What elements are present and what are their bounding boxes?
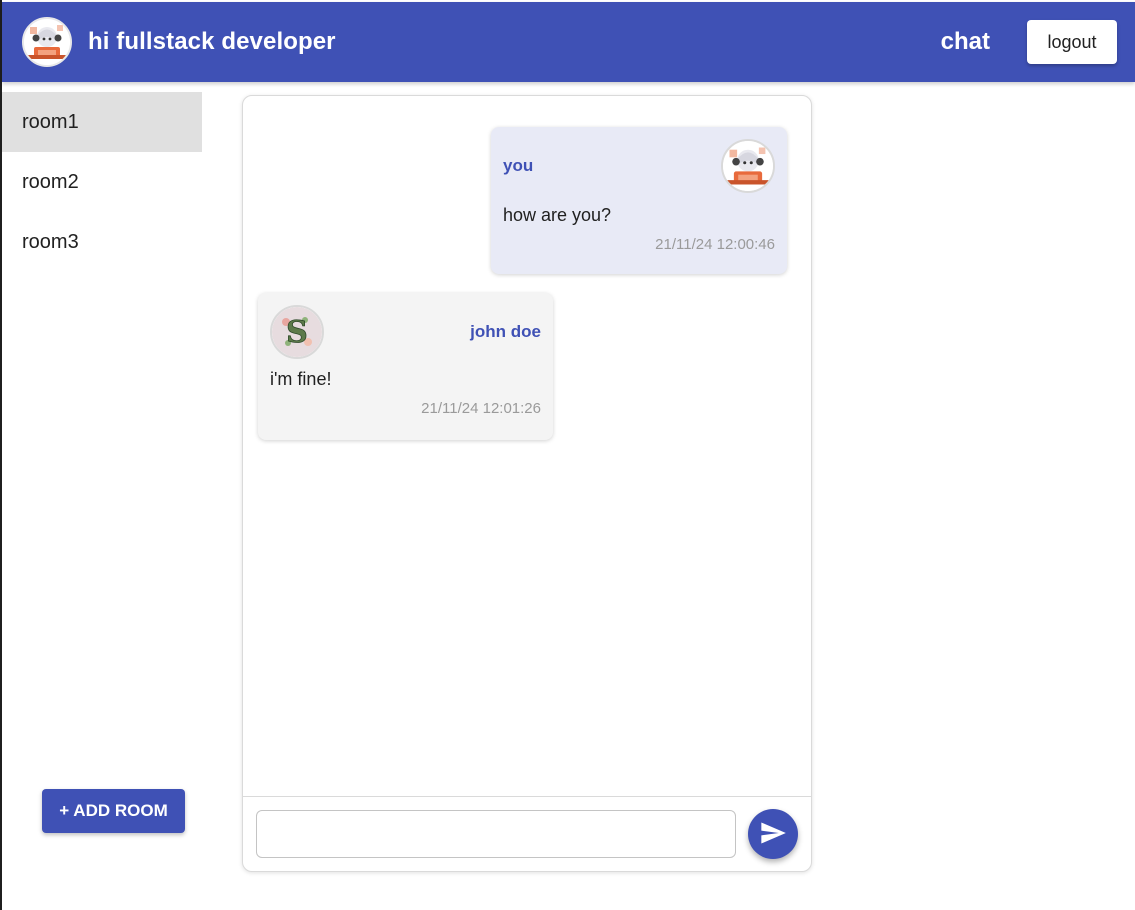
message-sender: you xyxy=(503,156,534,175)
floral-letter-s-avatar-icon: S xyxy=(270,305,324,359)
message-timestamp: 21/11/24 12:01:26 xyxy=(421,400,541,417)
message-header: you xyxy=(503,139,775,193)
message-text: how are you? xyxy=(503,205,612,225)
message-timestamp: 21/11/24 12:00:46 xyxy=(655,236,775,253)
message-bubble-own: you how are you? 21/11/24 12:00:46 xyxy=(491,127,787,274)
message-header: S john doe xyxy=(270,305,541,359)
app-frame: hi fullstack developer chat logout room1… xyxy=(0,0,1135,910)
page-title: hi fullstack developer xyxy=(88,28,336,55)
nav-link-chat[interactable]: chat xyxy=(941,28,990,56)
message-bubble-other: S john doe i'm fine! 21/11/24 12:01:26 xyxy=(258,293,553,440)
message-input[interactable] xyxy=(256,810,736,858)
anime-user-avatar-icon xyxy=(721,139,775,193)
message-sender: john doe xyxy=(470,322,541,341)
chat-panel: you how are you? 21/11/24 12:00:46 S joh… xyxy=(242,95,812,872)
message-composer xyxy=(243,796,811,872)
sidebar-item-room3[interactable]: room3 xyxy=(2,212,202,272)
send-icon xyxy=(759,819,787,850)
sidebar-item-room2[interactable]: room2 xyxy=(2,152,202,212)
app-bar: hi fullstack developer chat logout xyxy=(2,2,1135,82)
svg-text:S: S xyxy=(286,315,308,350)
message-text: i'm fine! xyxy=(270,369,332,389)
sidebar-item-room1[interactable]: room1 xyxy=(2,92,202,152)
user-avatar-icon xyxy=(22,17,72,67)
send-button[interactable] xyxy=(748,809,798,859)
message-list[interactable]: you how are you? 21/11/24 12:00:46 S joh… xyxy=(243,96,811,796)
logout-button[interactable]: logout xyxy=(1027,20,1117,64)
room-sidebar: room1 room2 room3 + ADD ROOM xyxy=(2,92,202,892)
add-room-button[interactable]: + ADD ROOM xyxy=(42,789,185,833)
